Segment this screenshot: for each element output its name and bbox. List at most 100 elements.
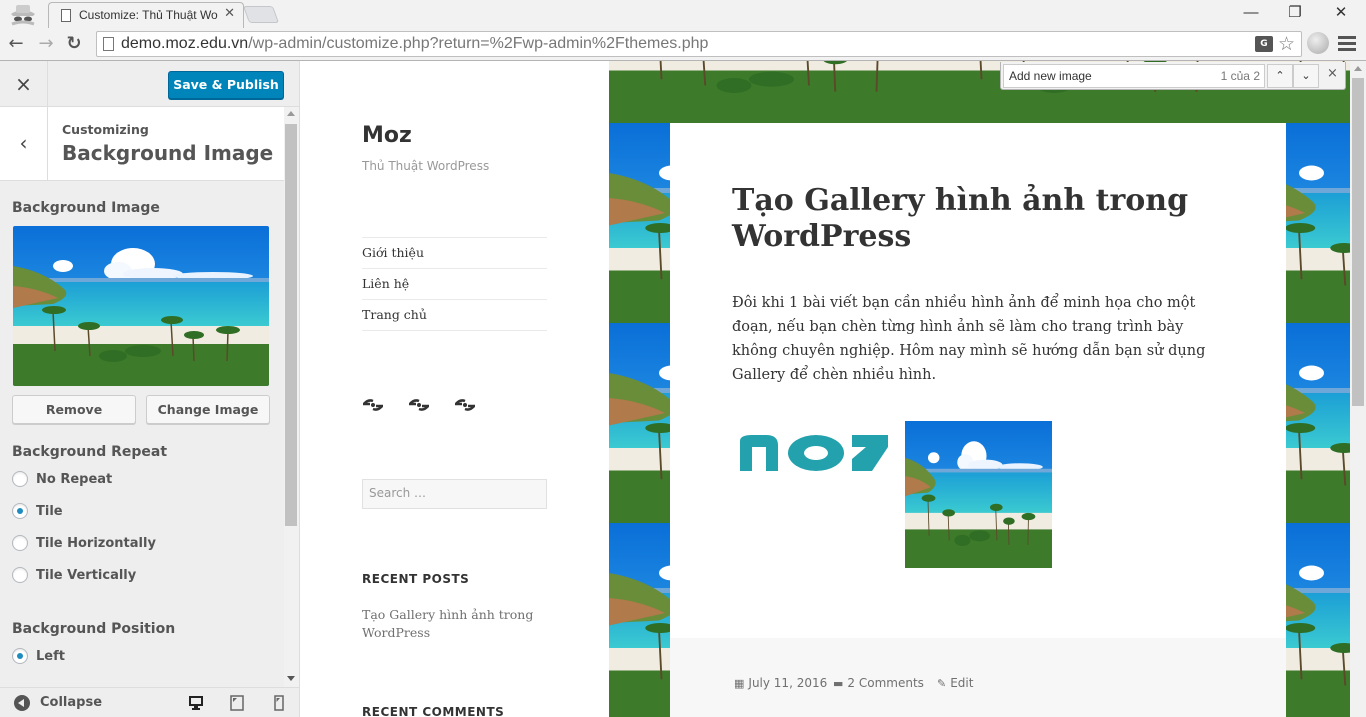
recent-comments-title: RECENT COMMENTS — [362, 705, 505, 717]
tablet-preview-icon[interactable] — [229, 695, 245, 711]
gallery-image[interactable] — [905, 421, 1052, 568]
scroll-thumb[interactable] — [1352, 78, 1364, 406]
radio-label: Tile — [36, 503, 63, 519]
find-match-count: 1 của 2 — [1220, 69, 1260, 83]
menu-item-lien-he[interactable]: Liên hệ — [362, 269, 547, 300]
customizer-sidebar: × Save & Publish ‹ Customizing Backgroun… — [0, 61, 300, 717]
browser-menu-icon[interactable] — [1338, 33, 1356, 53]
find-previous-button[interactable]: ⌃ — [1267, 64, 1293, 88]
tab-title: Customize: Thủ Thuật Wo — [79, 8, 218, 22]
site-description: Thủ Thuật WordPress — [362, 159, 490, 173]
find-input[interactable]: Add new image 1 của 2 — [1003, 64, 1265, 88]
site-title[interactable]: Moz — [362, 123, 412, 148]
site-menu: Giới thiệu Liên hệ Trang chủ — [362, 237, 547, 331]
comment-icon: ▬ — [833, 676, 844, 690]
change-image-button[interactable]: Change Image — [146, 395, 270, 424]
radio-button-checked[interactable] — [12, 648, 28, 664]
save-publish-button[interactable]: Save & Publish — [168, 71, 284, 99]
translate-icon[interactable]: G — [1255, 36, 1273, 52]
background-tile — [609, 61, 929, 123]
preview-scrollbar[interactable] — [1350, 61, 1366, 717]
page-icon — [103, 37, 114, 51]
post-excerpt: Đôi khi 1 bài viết bạn cần nhiều hình ản… — [732, 295, 1206, 383]
post-card: Tạo Gallery hình ảnh trong WordPress Đôi… — [670, 123, 1286, 638]
close-customizer-icon[interactable]: × — [0, 61, 48, 107]
radio-label: Tile Vertically — [36, 567, 137, 583]
radio-tile-horizontally[interactable]: Tile Horizontally — [12, 533, 156, 553]
site-sidebar: Moz Thủ Thuật WordPress Giới thiệu Liên … — [300, 61, 609, 717]
forward-arrow-icon[interactable]: → — [34, 32, 58, 56]
comment-count: 2 Comments — [847, 676, 924, 690]
site-search-input[interactable]: Search … — [362, 479, 547, 509]
remove-image-button[interactable]: Remove — [12, 395, 136, 424]
customizing-label: Customizing — [62, 122, 149, 137]
background-image-preview[interactable] — [13, 226, 269, 386]
calendar-icon: ▦ — [734, 676, 745, 690]
radio-button[interactable] — [12, 471, 28, 487]
radio-label: Tile Horizontally — [36, 535, 156, 551]
bg-repeat-label: Background Repeat — [12, 444, 168, 460]
radio-button[interactable] — [12, 535, 28, 551]
scroll-down-arrow[interactable] — [287, 676, 295, 681]
post-meta-footer: ▦ July 11, 2016 ▬ 2 Comments ✎ Edit — [670, 638, 1286, 717]
radio-tile[interactable]: Tile — [12, 501, 63, 521]
find-query: Add new image — [1009, 69, 1092, 83]
restore-button[interactable]: ❐ — [1272, 2, 1318, 24]
post-title[interactable]: Tạo Gallery hình ảnh trong WordPress — [732, 183, 1232, 255]
radio-no-repeat[interactable]: No Repeat — [12, 469, 112, 489]
customizer-footer: Collapse — [0, 687, 299, 717]
incognito-icon — [11, 5, 35, 26]
page-icon — [61, 9, 71, 22]
extension-icon[interactable] — [1307, 32, 1329, 54]
recent-posts-title: RECENT POSTS — [362, 572, 470, 586]
post-edit-link[interactable]: ✎ Edit — [937, 676, 973, 690]
new-tab-button[interactable] — [242, 6, 280, 23]
menu-item-trang-chu[interactable]: Trang chủ — [362, 300, 547, 331]
scroll-thumb[interactable] — [285, 124, 297, 526]
minimize-button[interactable]: — — [1228, 2, 1274, 24]
url-path: /wp-admin/customize.php?return=%2Fwp-adm… — [248, 35, 709, 52]
bg-position-label: Background Position — [12, 621, 176, 637]
radio-label: No Repeat — [36, 471, 113, 487]
tab-close-icon[interactable]: ✕ — [224, 6, 235, 21]
browser-tab-active[interactable]: Customize: Thủ Thuật Wo ✕ — [48, 2, 244, 28]
edit-label: Edit — [950, 676, 974, 690]
back-arrow-icon[interactable]: ← — [4, 32, 28, 56]
radio-tile-vertically[interactable]: Tile Vertically — [12, 565, 136, 585]
bookmark-star-icon[interactable]: ☆ — [1278, 33, 1295, 55]
menu-item-gioi-thieu[interactable]: Giới thiệu — [362, 238, 547, 269]
post-comments-link[interactable]: ▬ 2 Comments — [833, 676, 924, 690]
social-link-icon[interactable] — [454, 395, 476, 415]
moz-logo-image[interactable] — [738, 433, 888, 473]
find-close-icon[interactable]: × — [1327, 66, 1338, 81]
url-host: demo.moz.edu.vn — [121, 35, 249, 52]
section-header: ‹ Customizing Background Image — [0, 107, 284, 181]
close-window-button[interactable]: ✕ — [1318, 2, 1364, 24]
find-bar: Add new image 1 của 2 ⌃ ⌄ × — [1000, 62, 1346, 90]
browser-toolbar: ← → ↻ demo.moz.edu.vn/wp-admin/customize… — [0, 28, 1366, 61]
address-bar[interactable]: demo.moz.edu.vn/wp-admin/customize.php?r… — [96, 31, 1302, 57]
post-date-link[interactable]: ▦ July 11, 2016 — [734, 676, 827, 690]
sidebar-scrollbar[interactable] — [284, 107, 299, 687]
scroll-up-arrow[interactable] — [1354, 66, 1362, 71]
mobile-preview-icon[interactable] — [271, 695, 287, 711]
social-link-icon[interactable] — [408, 395, 430, 415]
bg-image-label: Background Image — [12, 200, 160, 216]
find-next-button[interactable]: ⌄ — [1293, 64, 1319, 88]
post-date: July 11, 2016 — [748, 676, 828, 690]
pencil-icon: ✎ — [937, 676, 947, 690]
back-chevron-icon[interactable]: ‹ — [0, 107, 48, 181]
section-title: Background Image — [62, 141, 274, 165]
radio-position-left[interactable]: Left — [12, 646, 65, 666]
collapse-icon[interactable] — [14, 695, 30, 711]
collapse-button[interactable]: Collapse — [40, 695, 102, 710]
radio-button-checked[interactable] — [12, 503, 28, 519]
scroll-up-arrow[interactable] — [287, 111, 295, 116]
reload-icon[interactable]: ↻ — [62, 32, 86, 56]
site-preview: Moz Thủ Thuật WordPress Giới thiệu Liên … — [300, 61, 1366, 717]
desktop-preview-icon[interactable] — [188, 695, 204, 711]
radio-button[interactable] — [12, 567, 28, 583]
recent-post-link[interactable]: Tạo Gallery hình ảnh trong WordPress — [362, 606, 547, 642]
url-text[interactable]: demo.moz.edu.vn/wp-admin/customize.php?r… — [121, 35, 708, 53]
social-link-icon[interactable] — [362, 395, 384, 415]
